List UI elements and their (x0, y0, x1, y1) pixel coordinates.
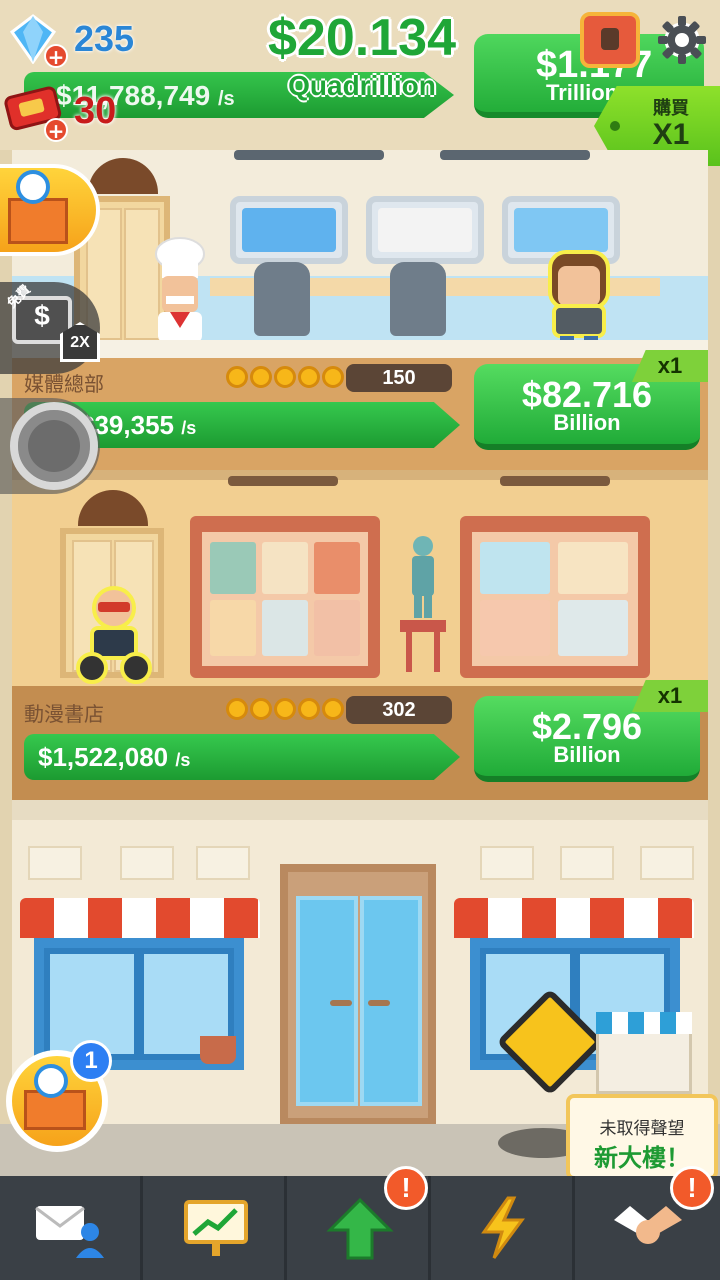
floor-income: $1,522,080 /s (38, 742, 190, 773)
lobby-cornice (12, 800, 708, 820)
floor-name: 動漫書店 (24, 702, 104, 726)
ceiling-lamp (500, 476, 610, 486)
buy-label: 購買 (653, 98, 689, 119)
total-money: $20.134 (268, 9, 456, 67)
cornice-block (120, 846, 174, 880)
star-icon (250, 366, 272, 388)
stats-board-icon (184, 1200, 248, 1256)
awning-right (454, 898, 694, 938)
chef-manager-character[interactable] (148, 236, 212, 354)
nav-stats-button[interactable] (144, 1176, 287, 1280)
clock-icon (16, 170, 50, 204)
monitor-facebook (230, 196, 348, 264)
upgrade-arrow-icon (326, 1197, 394, 1260)
top-upgrade-unit: Trillion (546, 80, 619, 105)
clock-icon (34, 1064, 68, 1098)
nav-mail-button[interactable] (0, 1176, 143, 1280)
star-icon (298, 366, 320, 388)
star-icon (298, 698, 320, 720)
star-rating (226, 698, 346, 722)
partner-alert-badge: ! (670, 1166, 714, 1210)
mail-people-icon (35, 1206, 104, 1258)
floor-level: 302 (346, 696, 452, 724)
upgrade-alert-badge: ! (384, 1166, 428, 1210)
total-income-unit: /s (217, 88, 235, 110)
floor-income-unit: /s (175, 750, 191, 770)
tag-hole (610, 121, 620, 131)
comic-shelf-left (190, 516, 380, 678)
prestige-status: 未取得聲望 (599, 1119, 685, 1139)
awning-left (20, 898, 260, 938)
add-tickets-button[interactable]: + (44, 118, 68, 142)
floor-upgrade-unit: Billion (553, 410, 621, 435)
tv-multiplier: 2X (70, 334, 90, 351)
cornice-block (28, 846, 82, 880)
floor-income-value: $1,522,080 (38, 742, 169, 772)
star-icon (250, 698, 272, 720)
cornice-block (196, 846, 250, 880)
door-handle (330, 1000, 352, 1006)
office-chair (254, 262, 310, 336)
wheelchair-manager-character[interactable] (70, 584, 156, 684)
office-chair (390, 262, 446, 336)
star-rating (226, 366, 346, 390)
floor-level: 150 (346, 364, 452, 392)
buy-multiplier: X1 (652, 118, 690, 151)
notification-badge: 1 (70, 1040, 112, 1082)
mini-awning (596, 1012, 692, 1034)
gear-icon[interactable] (656, 14, 708, 66)
lightning-boost-icon (481, 1196, 525, 1259)
star-icon (274, 366, 296, 388)
star-icon (322, 366, 344, 388)
handshake-icon (614, 1206, 682, 1244)
vault-wheel-icon (10, 402, 98, 490)
door-handle (368, 1000, 390, 1006)
comic-shelf-right (460, 516, 650, 678)
star-icon (226, 698, 248, 720)
floor-upgrade-unit: Billion (553, 742, 621, 767)
add-gems-button[interactable]: + (44, 44, 68, 68)
monitor-instagram (366, 196, 484, 264)
gem-count: 235 (74, 18, 135, 59)
total-money-unit: Quadrillion (288, 70, 436, 101)
cornice-block (640, 846, 694, 880)
lock-icon (601, 28, 619, 50)
ceiling-lamp (440, 150, 590, 160)
floor-income-unit: /s (181, 418, 197, 438)
star-icon (322, 698, 344, 720)
star-icon (226, 366, 248, 388)
ticket-count: 30 (74, 90, 117, 132)
ceiling-lamp (234, 150, 384, 160)
cornice-block (560, 846, 614, 880)
star-icon (274, 698, 296, 720)
building-edge-right (708, 0, 720, 1180)
ceiling-lamp (228, 476, 338, 486)
lobby-door[interactable] (280, 864, 436, 1126)
office-floor (12, 340, 708, 360)
nav-boost-button[interactable] (432, 1176, 575, 1280)
gift-box-icon (8, 198, 68, 244)
office-worker-character[interactable] (544, 248, 614, 352)
statue-display (400, 536, 446, 672)
cornice-block (480, 846, 534, 880)
plant-pot (200, 1036, 236, 1064)
